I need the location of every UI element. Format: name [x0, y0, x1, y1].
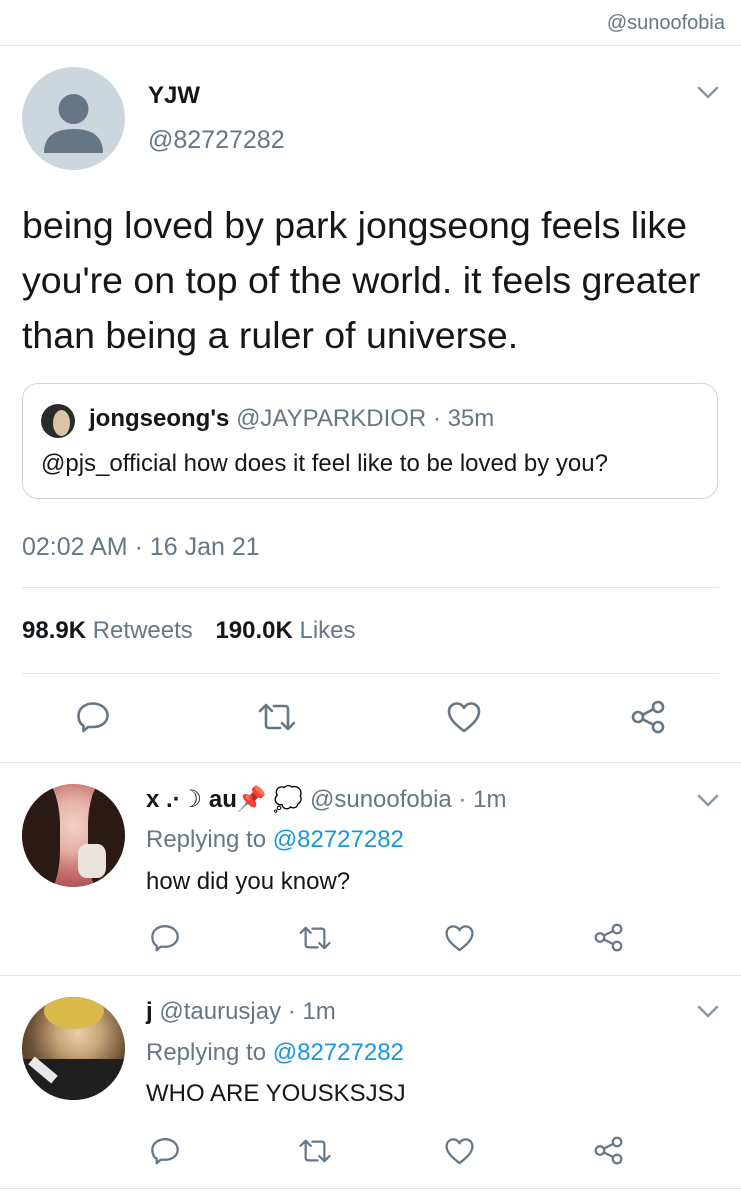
reply-handle[interactable]: @taurusjay	[159, 998, 281, 1025]
quoted-header: jongseong's @JAYPARKDIOR · 35m	[89, 405, 494, 433]
display-name[interactable]: YJW	[148, 82, 200, 110]
divider	[22, 587, 719, 588]
divider	[0, 1188, 741, 1189]
like-icon	[447, 702, 481, 733]
share-icon	[594, 923, 623, 952]
quoted-handle: @JAYPARKDIOR	[236, 405, 427, 432]
watermark: @sunoofobia	[606, 12, 725, 34]
reply-text: WHO ARE YOUSKSJSJ	[146, 1080, 406, 1107]
reply-header: x .·☽ au📌 💭 @sunoofobia · 1m	[146, 785, 506, 814]
reply-avatar[interactable]	[22, 784, 125, 887]
replying-to-line: Replying to @82727282	[146, 1039, 404, 1067]
retweet-button[interactable]	[298, 1139, 332, 1163]
reply-icon	[151, 925, 179, 952]
share-icon	[594, 1136, 623, 1165]
tweet-text: being loved by park jongseong feels like…	[22, 204, 701, 356]
retweet-button[interactable]	[298, 926, 332, 950]
retweet-icon	[258, 703, 296, 731]
reply-header: j @taurusjay · 1m	[146, 998, 336, 1026]
tweet-menu-button[interactable]	[697, 86, 719, 100]
chevron-down-icon	[697, 86, 719, 99]
quoted-display-name: jongseong's	[89, 405, 230, 432]
tweet-stats: 98.9K Retweets 190.0K Likes	[22, 617, 356, 645]
tweet-timestamp: 02:02 AM · 16 Jan 21	[22, 533, 260, 561]
divider	[0, 975, 741, 976]
replying-to-link[interactable]: @82727282	[273, 826, 404, 853]
like-button[interactable]	[446, 701, 482, 733]
quoted-text: @pjs_official how does it feel like to b…	[41, 450, 608, 477]
default-avatar-icon	[44, 94, 103, 153]
chevron-down-icon	[697, 794, 719, 807]
retweets-count: 98.9K	[22, 617, 87, 644]
quoted-avatar	[41, 404, 75, 438]
chevron-down-icon	[697, 1005, 719, 1018]
reply-handle[interactable]: @sunoofobia	[310, 786, 452, 813]
reply-time: · 1m	[458, 786, 507, 813]
reply-display-name[interactable]: x .·☽ au📌	[146, 786, 267, 813]
reply-avatar[interactable]	[22, 997, 125, 1100]
likes-label: Likes	[299, 617, 356, 644]
retweets-label: Retweets	[92, 617, 193, 644]
like-icon	[445, 925, 474, 952]
thought-emoji: 💭	[273, 786, 304, 813]
reply-button[interactable]	[150, 924, 180, 952]
share-button[interactable]	[593, 1136, 624, 1165]
reply-icon	[151, 1138, 179, 1165]
retweet-icon	[299, 1139, 331, 1163]
share-button[interactable]	[630, 700, 666, 734]
divider	[0, 45, 741, 46]
reply-button[interactable]	[150, 1137, 180, 1165]
quoted-tweet[interactable]: jongseong's @JAYPARKDIOR · 35m @pjs_offi…	[22, 383, 718, 499]
reply-display-name[interactable]: j	[146, 998, 153, 1025]
retweet-icon	[299, 926, 331, 950]
share-button[interactable]	[593, 923, 624, 952]
like-button[interactable]	[444, 924, 475, 952]
retweet-button[interactable]	[257, 703, 297, 731]
divider	[22, 673, 719, 674]
likes-count: 190.0K	[215, 617, 293, 644]
replying-label: Replying to	[146, 1039, 267, 1066]
reply-text: how did you know?	[146, 868, 351, 895]
reply-icon	[77, 702, 109, 733]
share-icon	[631, 700, 665, 734]
handle[interactable]: @82727282	[148, 126, 285, 155]
likes-stat[interactable]: 190.0K Likes	[215, 617, 355, 644]
replying-to-line: Replying to @82727282	[146, 826, 404, 854]
like-icon	[445, 1138, 474, 1165]
avatar[interactable]	[22, 67, 125, 170]
reply-time: · 1m	[287, 998, 336, 1025]
replying-to-link[interactable]: @82727282	[273, 1039, 404, 1066]
like-button[interactable]	[444, 1137, 475, 1165]
replying-label: Replying to	[146, 826, 267, 853]
reply-button[interactable]	[76, 701, 110, 733]
reply-menu-button[interactable]	[697, 1005, 719, 1019]
divider	[0, 762, 741, 763]
retweets-stat[interactable]: 98.9K Retweets	[22, 617, 193, 644]
reply-menu-button[interactable]	[697, 794, 719, 808]
quoted-time: · 35m	[432, 405, 495, 432]
